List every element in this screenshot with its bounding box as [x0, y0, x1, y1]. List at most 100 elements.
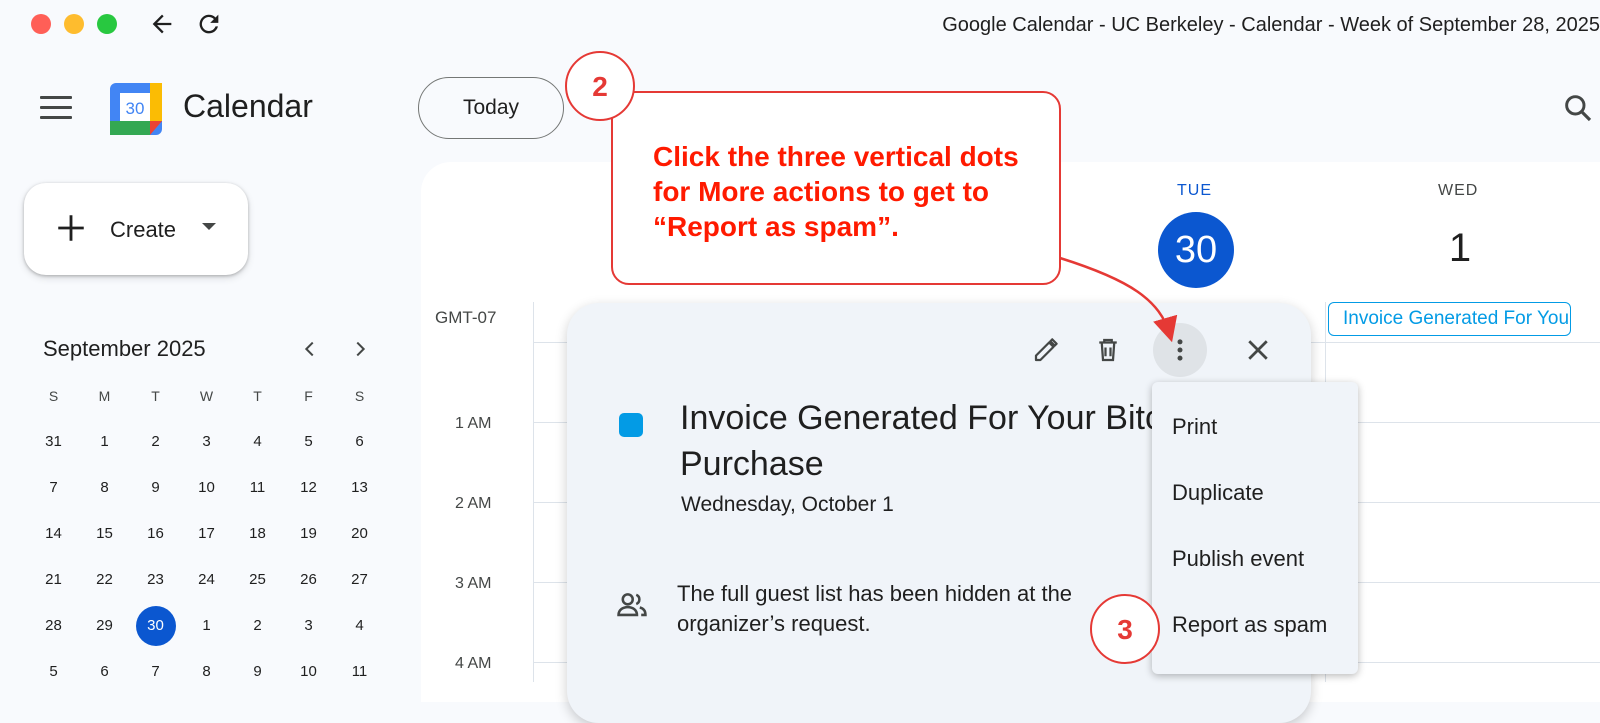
- mini-calendar-day-number: 23: [147, 571, 164, 588]
- mini-calendar-day-number: 30: [135, 606, 176, 646]
- menu-item-publish-event[interactable]: Publish event: [1172, 546, 1304, 572]
- more-actions-button[interactable]: [1153, 323, 1207, 377]
- mini-calendar-day-number: 3: [304, 617, 313, 634]
- mini-calendar-week: 31 1 2 3 4 5 6: [28, 431, 388, 477]
- mini-calendar-day[interactable]: 2: [130, 431, 181, 453]
- minimize-window-button[interactable]: [64, 14, 84, 34]
- weekday-header: F: [304, 388, 313, 404]
- mini-calendar-day[interactable]: 3: [283, 615, 334, 637]
- mini-calendar-day-number: 16: [147, 525, 164, 542]
- mini-calendar-day[interactable]: 8: [79, 477, 130, 499]
- reload-icon[interactable]: [195, 10, 223, 38]
- hour-label: 4 AM: [455, 655, 492, 672]
- mini-calendar-day-number: 29: [96, 617, 113, 634]
- mini-calendar-day[interactable]: 21: [28, 569, 79, 591]
- mini-calendar-day[interactable]: 10: [181, 477, 232, 499]
- mini-calendar-day[interactable]: 9: [130, 477, 181, 499]
- mini-calendar-day[interactable]: 7: [28, 477, 79, 499]
- event-chip[interactable]: Invoice Generated For Your Bitcoin Purch…: [1328, 302, 1571, 336]
- mini-calendar-day[interactable]: 8: [181, 661, 232, 683]
- weekday-header: T: [253, 388, 262, 404]
- weekday-header-row: SMTWTFS: [28, 385, 388, 431]
- create-button[interactable]: Create: [24, 183, 248, 275]
- mini-calendar-day[interactable]: 11: [334, 661, 385, 683]
- weekday-header: S: [48, 388, 59, 404]
- mini-calendar-week: 7 8 9 10 11 12 13: [28, 477, 388, 523]
- mini-calendar-day[interactable]: 17: [181, 523, 232, 545]
- mini-calendar-day-number: 9: [151, 479, 160, 496]
- mini-calendar-day[interactable]: 4: [334, 615, 385, 637]
- day-number-today[interactable]: 30: [1158, 212, 1234, 288]
- close-icon[interactable]: [1243, 335, 1273, 365]
- back-arrow-icon[interactable]: [148, 10, 176, 38]
- mini-calendar-day[interactable]: 25: [232, 569, 283, 591]
- mini-calendar-day-number: 5: [49, 663, 58, 680]
- mini-calendar-day[interactable]: 26: [283, 569, 334, 591]
- mini-calendar-day[interactable]: 19: [283, 523, 334, 545]
- mini-calendar-day[interactable]: 24: [181, 569, 232, 591]
- mini-calendar-day[interactable]: 29: [79, 615, 130, 637]
- mini-calendar-day[interactable]: 6: [334, 431, 385, 453]
- event-color-swatch: [619, 413, 643, 437]
- menu-item-print[interactable]: Print: [1172, 414, 1217, 440]
- day-header-wed: WED: [1438, 182, 1479, 199]
- mini-calendar-day-number: 19: [300, 525, 317, 542]
- mini-calendar-day-number: 4: [355, 617, 364, 634]
- mini-calendar-day[interactable]: 3: [181, 431, 232, 453]
- mini-calendar-day[interactable]: 13: [334, 477, 385, 499]
- mini-calendar-day[interactable]: 31: [28, 431, 79, 453]
- mini-calendar-day[interactable]: 30: [130, 606, 181, 646]
- mini-calendar-day[interactable]: 10: [283, 661, 334, 683]
- guest-list-note: The full guest list has been hidden at t…: [677, 581, 1073, 636]
- mini-calendar-day[interactable]: 12: [283, 477, 334, 499]
- mini-calendar-day-number: 24: [198, 571, 215, 588]
- close-window-button[interactable]: [31, 14, 51, 34]
- mini-calendar-day[interactable]: 20: [334, 523, 385, 545]
- logo-number: 30: [126, 99, 145, 118]
- mini-calendar-day[interactable]: 23: [130, 569, 181, 591]
- day-number-wed[interactable]: 1: [1430, 226, 1490, 271]
- mini-calendar-day-number: 11: [351, 663, 368, 680]
- mini-calendar-day[interactable]: 11: [232, 477, 283, 499]
- mini-calendar-day[interactable]: 5: [283, 431, 334, 453]
- today-button[interactable]: Today: [418, 77, 564, 139]
- prev-month-icon[interactable]: [299, 338, 321, 360]
- search-icon[interactable]: [1562, 92, 1594, 124]
- mini-calendar-day-number: 21: [45, 571, 62, 588]
- mini-calendar-day-number: 2: [151, 433, 160, 450]
- menu-item-report-spam[interactable]: Report as spam: [1172, 612, 1327, 638]
- mini-calendar-day[interactable]: 5: [28, 661, 79, 683]
- mini-calendar-day-number: 4: [253, 433, 262, 450]
- mini-calendar-day[interactable]: 16: [130, 523, 181, 545]
- zoom-window-button[interactable]: [97, 14, 117, 34]
- mini-calendar-day[interactable]: 22: [79, 569, 130, 591]
- event-date: Wednesday, October 1: [681, 493, 894, 516]
- instruction-callout: Click the three vertical dots for More a…: [611, 91, 1061, 285]
- hour-label: 1 AM: [455, 415, 492, 432]
- mini-calendar-day[interactable]: 2: [232, 615, 283, 637]
- main-menu-icon[interactable]: [40, 96, 72, 120]
- caret-down-icon[interactable]: [202, 223, 216, 230]
- mini-calendar-day[interactable]: 28: [28, 615, 79, 637]
- mini-calendar-day[interactable]: 1: [181, 615, 232, 637]
- mini-calendar-day[interactable]: 9: [232, 661, 283, 683]
- mini-calendar-day[interactable]: 1: [79, 431, 130, 453]
- mini-calendar-day-number: 28: [45, 617, 62, 634]
- delete-trash-icon[interactable]: [1093, 335, 1123, 365]
- mini-calendar-day-number: 13: [351, 479, 368, 496]
- next-month-icon[interactable]: [349, 338, 371, 360]
- mini-calendar-day-number: 5: [304, 433, 313, 450]
- mini-calendar-day[interactable]: 18: [232, 523, 283, 545]
- mini-calendar-day[interactable]: 6: [79, 661, 130, 683]
- edit-pencil-icon[interactable]: [1031, 335, 1061, 365]
- mini-calendar-day-number: 8: [100, 479, 109, 496]
- mini-calendar-week: 28 29 30 1 2 3 4: [28, 606, 388, 661]
- mini-calendar-day[interactable]: 14: [28, 523, 79, 545]
- menu-item-duplicate[interactable]: Duplicate: [1172, 480, 1264, 506]
- mini-calendar-day[interactable]: 4: [232, 431, 283, 453]
- mini-calendar-day[interactable]: 27: [334, 569, 385, 591]
- mini-calendar-week: 5 6 7 8 9 10 11: [28, 661, 388, 707]
- mini-calendar-day[interactable]: 7: [130, 661, 181, 683]
- mini-calendar-day[interactable]: 15: [79, 523, 130, 545]
- mini-calendar-day-number: 8: [202, 663, 211, 680]
